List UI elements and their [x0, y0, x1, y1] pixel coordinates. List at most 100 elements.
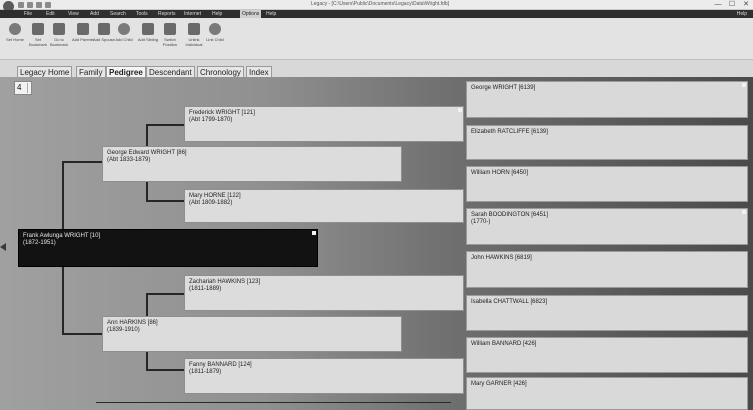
paternal-grandfather-name: Frederick WRIGHT [121]: [189, 110, 255, 116]
pedigree-card-great-grandparent-3[interactable]: William HORN [6450]: [466, 166, 748, 202]
pedigree-card-maternal-grandfather[interactable]: Zachariah HAWKINS [123] (1811-1889): [184, 275, 464, 311]
forward-icon[interactable]: [27, 2, 33, 8]
menu-tools[interactable]: Tools: [136, 11, 148, 17]
pedigree-card-great-grandparent-8[interactable]: Mary GARNER [426]: [466, 377, 748, 410]
card-corner-icon: [742, 210, 746, 214]
card-corner-icon: [458, 108, 462, 112]
menu-file[interactable]: File: [24, 11, 32, 17]
set-home-label: Set Home: [6, 37, 24, 42]
tab-legacy-home[interactable]: Legacy Home: [17, 66, 73, 77]
great-grandparent-8-name: Mary GARNER [426]: [471, 381, 527, 387]
menu-help-2[interactable]: Help: [266, 11, 276, 17]
connector-to-maternal-grandfather: [146, 293, 184, 295]
pedigree-card-great-grandparent-5[interactable]: John HAWKINS [6819]: [466, 251, 748, 288]
menu-reports[interactable]: Reports: [158, 11, 176, 17]
title-bar: Legacy - [C:\Users\Public\Documents\Lega…: [0, 0, 753, 12]
minimize-button[interactable]: —: [711, 0, 725, 10]
link-icon: [209, 23, 221, 35]
add-spouse-icon: [98, 23, 110, 35]
unlink-icon: [188, 23, 200, 35]
menu-help[interactable]: Help: [212, 11, 222, 17]
home-icon: [9, 23, 21, 35]
root-name: Frank Awlunga WRIGHT [10]: [23, 233, 101, 239]
pedigree-card-root[interactable]: Frank Awlunga WRIGHT [10] (1872-1951): [18, 229, 318, 267]
great-grandparent-3-name: William HORN [6450]: [471, 170, 529, 176]
add-spouse-label: Add Spouse: [93, 37, 115, 42]
close-button[interactable]: ✕: [739, 0, 753, 10]
unlink-button[interactable]: Unlink Individual: [185, 21, 203, 55]
pedigree-card-great-grandparent-1[interactable]: George WRIGHT [6139]: [466, 81, 748, 118]
link-child-button[interactable]: Link Child: [206, 21, 224, 55]
horizontal-scrollbar[interactable]: [96, 402, 451, 403]
generations-selector[interactable]: 4: [14, 81, 32, 95]
connector-to-paternal-grandmother: [146, 200, 184, 202]
menu-options[interactable]: Options: [240, 10, 262, 18]
add-sibling-button[interactable]: Add Sibling: [137, 21, 159, 55]
connector-to-father: [62, 161, 102, 163]
add-parents-label: Add Parents: [72, 37, 95, 42]
add-child-label: Add Child: [115, 37, 133, 42]
back-icon[interactable]: [18, 2, 24, 8]
goto-bookmark-button[interactable]: Go to Bookmark: [50, 21, 68, 55]
card-corner-icon: [742, 83, 746, 87]
set-bookmark-label: Set Bookmark: [28, 37, 47, 47]
tab-index[interactable]: Index: [246, 66, 272, 77]
mother-dates: (1839-1910): [107, 327, 140, 333]
pedigree-card-maternal-grandmother[interactable]: Fanny BANNARD [124] (1811-1879): [184, 358, 464, 394]
ribbon-toolbar: Set Home Set Bookmark Go to Bookmark Add…: [0, 18, 753, 60]
menu-edit[interactable]: Edit: [46, 11, 55, 17]
window-title: Legacy - [C:\Users\Public\Documents\Lega…: [310, 1, 450, 7]
pedigree-card-great-grandparent-2[interactable]: Elizabeth RATCLIFFE [6139]: [466, 125, 748, 160]
home-quick-icon[interactable]: [36, 2, 42, 8]
add-child-icon: [118, 23, 130, 35]
quick-access-dropdown-icon[interactable]: [45, 2, 51, 8]
menu-add[interactable]: Add: [90, 11, 99, 17]
generations-spinner-icon[interactable]: [27, 83, 30, 93]
tab-pedigree[interactable]: Pedigree: [106, 66, 146, 77]
paternal-grandmother-name: Mary HORNE [122]: [189, 193, 241, 199]
set-home-button[interactable]: Set Home: [6, 21, 24, 55]
great-grandparent-2-name: Elizabeth RATCLIFFE [6139]: [471, 129, 548, 135]
tab-family[interactable]: Family: [76, 66, 106, 77]
tab-descendant[interactable]: Descendant: [146, 66, 195, 77]
maximize-button[interactable]: ☐: [725, 0, 739, 10]
maternal-grandfather-name: Zachariah HAWKINS [123]: [189, 279, 261, 285]
mother-name: Ann HARKINS [86]: [107, 320, 158, 326]
pedigree-card-paternal-grandfather[interactable]: Frederick WRIGHT [121] (Abt 1799-1870): [184, 106, 464, 142]
pedigree-card-paternal-grandmother[interactable]: Mary HORNE [122] (Abt 1809-1882): [184, 189, 464, 223]
card-corner-icon: [312, 231, 316, 235]
pedigree-card-great-grandparent-7[interactable]: William BANNARD [426]: [466, 337, 748, 373]
root-dates: (1872-1951): [23, 240, 56, 246]
menu-search[interactable]: Search: [110, 11, 126, 17]
paternal-grandmother-dates: (Abt 1809-1882): [189, 200, 233, 206]
goto-bookmark-label: Go to Bookmark: [49, 37, 68, 47]
add-parents-button[interactable]: Add Parents: [72, 21, 95, 55]
add-sibling-icon: [142, 23, 154, 35]
switch-position-button[interactable]: Switch Position: [161, 21, 179, 55]
add-sibling-label: Add Sibling: [137, 37, 159, 42]
great-grandparent-7-name: William BANNARD [426]: [471, 341, 537, 347]
menu-right-help[interactable]: Help: [737, 11, 747, 17]
connector-to-mother: [62, 333, 102, 335]
scroll-left-arrow-icon[interactable]: [0, 243, 6, 251]
father-name: George Edward WRIGHT [86]: [107, 150, 187, 156]
add-child-button[interactable]: Add Child: [115, 21, 133, 55]
pedigree-card-great-grandparent-6[interactable]: Isabella CHATTWALL [6823]: [466, 295, 748, 331]
menu-internet[interactable]: Internet: [184, 11, 201, 17]
menu-view[interactable]: View: [68, 11, 79, 17]
view-tabs: Legacy Home Family Pedigree Descendant C…: [0, 60, 753, 77]
connector-to-maternal-grandmother: [146, 369, 184, 371]
great-grandparent-5-name: John HAWKINS [6819]: [471, 255, 532, 261]
add-spouse-button[interactable]: Add Spouse: [93, 21, 115, 55]
tab-chronology[interactable]: Chronology: [197, 66, 244, 77]
pedigree-card-great-grandparent-4[interactable]: Sarah BOODINGTON [6451] (1770-): [466, 208, 748, 245]
maternal-grandmother-name: Fanny BANNARD [124]: [189, 362, 252, 368]
pedigree-chart: 4 Frank Awlunga WRIGHT [10] (1872-1951) …: [0, 77, 753, 410]
menu-bar: File Edit View Add Search Tools Reports …: [0, 10, 753, 18]
switch-position-label: Switch Position: [162, 37, 178, 47]
pedigree-card-mother[interactable]: Ann HARKINS [86] (1839-1910): [102, 316, 402, 352]
maternal-grandfather-dates: (1811-1889): [189, 286, 222, 292]
pedigree-card-father[interactable]: George Edward WRIGHT [86] (Abt 1833-1879…: [102, 146, 402, 182]
set-bookmark-button[interactable]: Set Bookmark: [29, 21, 47, 55]
add-parents-icon: [77, 23, 89, 35]
